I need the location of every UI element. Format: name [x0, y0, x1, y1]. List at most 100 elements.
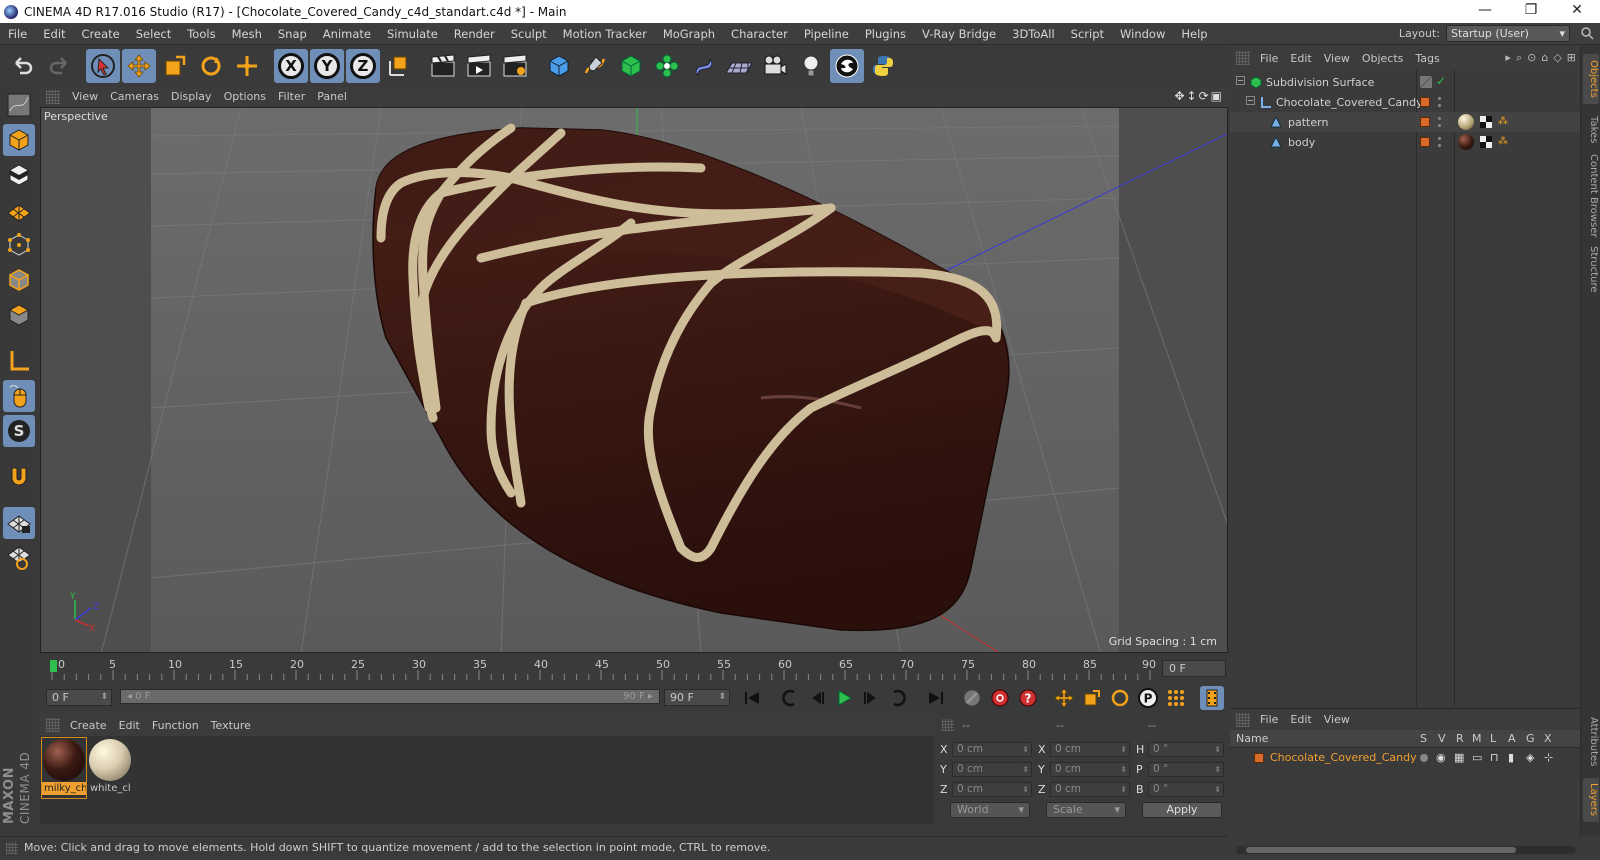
column-animation[interactable]: A	[1508, 730, 1516, 748]
panel-grip-icon[interactable]	[1236, 51, 1250, 65]
phong-tag-icon[interactable]: ⁂	[1498, 136, 1508, 147]
go-to-end-button[interactable]	[924, 686, 948, 710]
snap-button[interactable]: S	[3, 415, 35, 447]
minimize-button[interactable]: —	[1462, 0, 1508, 23]
scrollbar-thumb[interactable]	[1246, 847, 1516, 853]
playhead-marker[interactable]	[50, 660, 57, 672]
redo-button[interactable]	[42, 49, 76, 83]
record-active-button[interactable]	[988, 686, 1012, 710]
object-row-chocolate-covered-candy[interactable]: − Chocolate_Covered_Candy	[1230, 92, 1580, 112]
visibility-dots-icon[interactable]	[1438, 117, 1442, 127]
position-z-field[interactable]: 0 cm	[952, 781, 1032, 797]
viewport-menu-panel[interactable]: Panel	[313, 90, 355, 103]
render-clapper-icon[interactable]: ▦	[1454, 748, 1464, 768]
tab-attributes[interactable]: Attributes	[1583, 712, 1599, 772]
vray-button[interactable]	[830, 49, 864, 83]
menu-motion-tracker[interactable]: Motion Tracker	[555, 23, 655, 45]
end-frame-field[interactable]: 90 F	[664, 689, 730, 706]
viewport-menu-display[interactable]: Display	[167, 90, 220, 103]
panel-grip-icon[interactable]	[46, 718, 60, 732]
layer-color-swatch[interactable]	[1254, 753, 1264, 763]
menu-create[interactable]: Create	[74, 23, 128, 45]
menu-help[interactable]: Help	[1173, 23, 1215, 45]
layer-color-swatch[interactable]	[1420, 97, 1430, 107]
material-menu-create[interactable]: Create	[68, 719, 117, 732]
autokey-button[interactable]: ?	[1016, 686, 1040, 710]
go-to-start-button[interactable]	[740, 686, 764, 710]
object-menu-objects[interactable]: Objects	[1360, 52, 1414, 65]
column-generators[interactable]: G	[1526, 730, 1535, 748]
move-tool-button[interactable]	[122, 49, 156, 83]
preview-range-slider[interactable]: ◂ 0 F 90 F ▸	[120, 689, 660, 704]
restore-button[interactable]: ❐	[1508, 0, 1554, 23]
tab-structure[interactable]: Structure	[1583, 242, 1599, 296]
y-axis-lock-button[interactable]: Y	[310, 49, 344, 83]
material-swatch-milky[interactable]: milky_ch	[41, 737, 87, 799]
points-mode-button[interactable]	[3, 229, 35, 261]
collapse-toggle-icon[interactable]: −	[1246, 96, 1255, 105]
key-pla-button[interactable]	[1164, 686, 1188, 710]
menu-mesh[interactable]: Mesh	[224, 23, 270, 45]
key-parameter-button[interactable]: P	[1136, 686, 1160, 710]
layout-dropdown[interactable]: Startup (User)	[1446, 25, 1570, 42]
undo-button[interactable]	[6, 49, 40, 83]
column-view[interactable]: V	[1438, 730, 1446, 748]
next-key-button[interactable]	[886, 686, 910, 710]
render-view-button[interactable]	[426, 49, 460, 83]
apply-button[interactable]: Apply	[1142, 802, 1222, 818]
layers-icon[interactable]: ◇	[1553, 51, 1561, 65]
perspective-viewport[interactable]: Y Z X Perspective Grid Spacing : 1 cm	[40, 107, 1228, 653]
uvw-tag-icon[interactable]	[1480, 136, 1492, 148]
toggle-panel-icon[interactable]: ▣	[1211, 89, 1222, 103]
workplane-snap-button[interactable]	[3, 542, 35, 574]
tab-content-browser[interactable]: Content Browser	[1583, 154, 1599, 238]
tab-takes[interactable]: Takes	[1583, 110, 1599, 150]
enabled-check-icon[interactable]: ✓	[1436, 74, 1446, 88]
z-axis-lock-button[interactable]: Z	[346, 49, 380, 83]
rotation-h-field[interactable]: 0 °	[1148, 741, 1224, 757]
x-axis-lock-button[interactable]: X	[274, 49, 308, 83]
render-settings-button[interactable]	[498, 49, 532, 83]
timeline-button[interactable]	[1200, 686, 1224, 710]
generator-icon[interactable]: ◈	[1526, 748, 1534, 768]
make-editable-button[interactable]	[3, 89, 35, 121]
material-menu-edit[interactable]: Edit	[117, 719, 150, 732]
layer-menu-view[interactable]: View	[1322, 713, 1360, 726]
size-x-field[interactable]: 0 cm	[1050, 741, 1130, 757]
record-keys-button[interactable]	[960, 686, 984, 710]
light-button[interactable]	[794, 49, 828, 83]
layer-color-swatch[interactable]	[1420, 137, 1430, 147]
layer-swatch-icon[interactable]	[1420, 76, 1432, 88]
current-frame-field[interactable]: 0 F	[1162, 660, 1226, 677]
menu-edit[interactable]: Edit	[35, 23, 73, 45]
size-z-field[interactable]: 0 cm	[1050, 781, 1130, 797]
dolly-view-icon[interactable]: ↕	[1187, 89, 1197, 103]
menu-select[interactable]: Select	[128, 23, 179, 45]
rotation-b-field[interactable]: 0 °	[1148, 781, 1224, 797]
more-arrow-icon[interactable]: ▸	[1505, 51, 1511, 65]
viewport-menu-options[interactable]: Options	[220, 90, 274, 103]
key-scale-button[interactable]	[1080, 686, 1104, 710]
menu-window[interactable]: Window	[1112, 23, 1173, 45]
python-button[interactable]	[866, 49, 900, 83]
edges-mode-button[interactable]	[3, 264, 35, 296]
solo-toggle-icon[interactable]	[1420, 754, 1428, 762]
start-frame-field[interactable]: 0 F	[46, 689, 112, 706]
layer-menu-edit[interactable]: Edit	[1288, 713, 1321, 726]
filter-icon[interactable]: ⊙	[1527, 51, 1536, 65]
column-name[interactable]: Name	[1236, 730, 1268, 748]
object-menu-file[interactable]: File	[1258, 52, 1288, 65]
floor-button[interactable]	[722, 49, 756, 83]
column-manager[interactable]: M	[1472, 730, 1482, 748]
panel-grip-icon[interactable]	[1236, 712, 1250, 727]
layer-menu-file[interactable]: File	[1258, 713, 1288, 726]
view-eye-icon[interactable]: ◉	[1436, 748, 1446, 768]
orbit-view-icon[interactable]: ⟳	[1199, 89, 1209, 103]
tab-layers[interactable]: Layers	[1583, 778, 1599, 822]
viewport-menu-cameras[interactable]: Cameras	[106, 90, 167, 103]
menu-sculpt[interactable]: Sculpt	[503, 23, 555, 45]
rotate-tool-button[interactable]	[194, 49, 228, 83]
rotation-p-field[interactable]: 0 °	[1148, 761, 1224, 777]
object-row-pattern[interactable]: pattern ⁂	[1230, 112, 1580, 132]
previous-frame-button[interactable]	[805, 686, 829, 710]
